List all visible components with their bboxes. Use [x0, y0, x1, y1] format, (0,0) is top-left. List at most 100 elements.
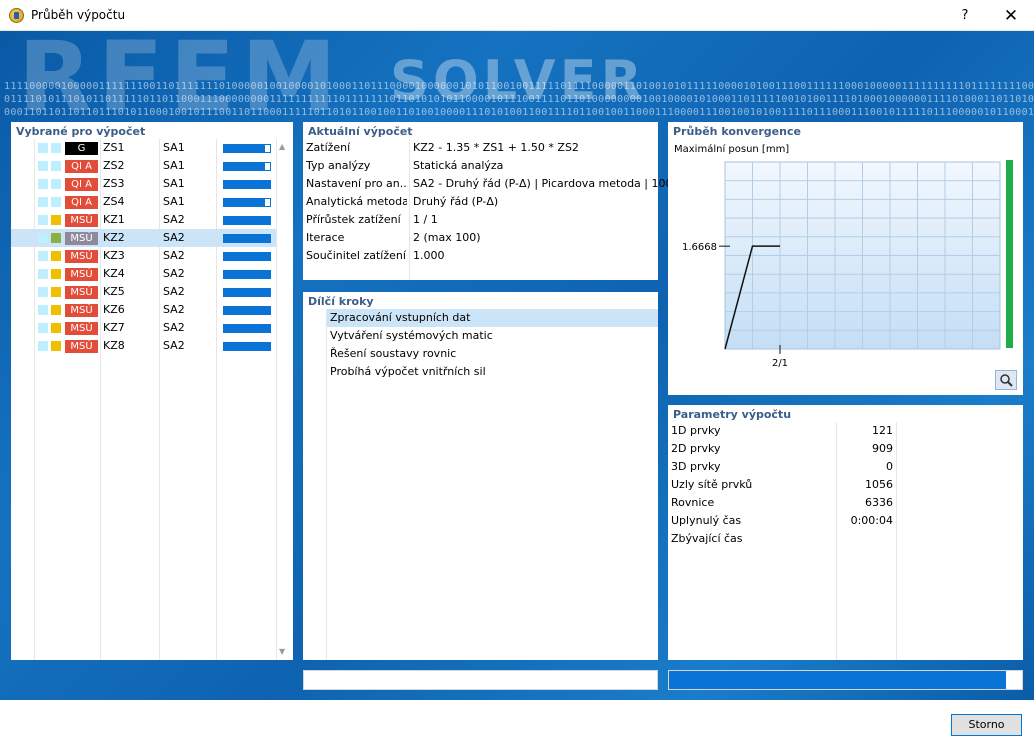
cancel-button[interactable]: Storno [951, 714, 1022, 736]
load-case-name: ZS1 [103, 141, 125, 154]
parameter-value: 909 [872, 442, 893, 455]
status-square-icon [51, 215, 61, 225]
analysis-settings: SA2 [163, 303, 185, 316]
close-button[interactable]: ✕ [997, 5, 1025, 27]
current-calc-value: Druhý řád (P-Δ) [413, 195, 499, 208]
case-progress-fill [224, 199, 266, 206]
load-case-name: KZ1 [103, 213, 125, 226]
step-progress-bar [303, 670, 658, 690]
parameter-value: 0:00:04 [850, 514, 893, 527]
load-case-row[interactable]: MSÚ KZ7 SA2 [11, 319, 276, 337]
parameter-key: 1D prvky [671, 424, 721, 437]
substeps-panel: Dílčí kroky Zpracování vstupních dat Vytv… [303, 292, 658, 660]
case-progress-fill [224, 217, 270, 224]
case-progress-fill [224, 289, 270, 296]
status-square-icon [51, 287, 61, 297]
load-case-row[interactable]: QI A ZS3 SA1 [11, 175, 276, 193]
case-progress-fill [224, 235, 270, 242]
case-progress-bar [223, 162, 271, 171]
category-badge: MSÚ [65, 268, 98, 281]
analysis-settings: SA1 [163, 177, 185, 190]
load-case-row[interactable]: QI A ZS4 SA1 [11, 193, 276, 211]
case-progress-fill [224, 145, 266, 152]
parameter-value: 6336 [865, 496, 893, 509]
binary-line: 0001101101101101110101100010010111001101… [4, 107, 1034, 118]
binary-line: 1111000001000001111111001101111111010000… [4, 81, 1034, 92]
parameter-row: Uzly sítě prvků 1056 [668, 476, 1023, 494]
load-case-row[interactable]: MSÚ KZ4 SA2 [11, 265, 276, 283]
load-case-row[interactable]: QI A ZS2 SA1 [11, 157, 276, 175]
current-calc-key: Typ analýzy [306, 159, 371, 172]
panel-title: Parametry výpočtu [673, 408, 792, 421]
current-calc-row: Iterace 2 (max 100) [303, 229, 658, 247]
load-case-row[interactable]: MSÚ KZ6 SA2 [11, 301, 276, 319]
case-progress-fill [224, 163, 266, 170]
type-square-icon [38, 179, 48, 189]
load-case-row[interactable]: MSÚ KZ8 SA2 [11, 337, 276, 355]
load-case-row[interactable]: MSÚ KZ2 SA2 [11, 229, 276, 247]
convergence-chart: 1.6668 2/1 [682, 160, 1013, 369]
scroll-down-icon[interactable]: ▼ [279, 647, 285, 656]
case-progress-bar [223, 216, 271, 225]
scroll-up-icon[interactable]: ▲ [279, 142, 285, 151]
type-square-icon [38, 161, 48, 171]
parameter-row: 3D prvky 0 [668, 458, 1023, 476]
status-square-icon [51, 143, 61, 153]
current-calc-key: Přírůstek zatížení [306, 213, 401, 226]
case-progress-fill [224, 253, 270, 260]
zoom-button[interactable] [995, 370, 1017, 390]
case-progress-bar [223, 180, 271, 189]
category-badge: G [65, 142, 98, 155]
analysis-settings: SA2 [163, 231, 185, 244]
panel-title: Dílčí kroky [308, 295, 374, 308]
load-case-row[interactable]: MSÚ KZ1 SA2 [11, 211, 276, 229]
help-button[interactable]: ? [953, 5, 977, 27]
category-badge: MSÚ [65, 286, 98, 299]
category-badge: MSÚ [65, 340, 98, 353]
analysis-settings: SA1 [163, 195, 185, 208]
substep-item[interactable]: Probíhá výpočet vnitřních sil [327, 363, 658, 381]
type-square-icon [38, 287, 48, 297]
current-calc-value: KZ2 - 1.35 * ZS1 + 1.50 * ZS2 [413, 141, 579, 154]
category-badge: QI A [65, 178, 98, 191]
load-case-row[interactable]: G ZS1 SA1 [11, 139, 276, 157]
load-case-name: KZ3 [103, 249, 125, 262]
app-icon [9, 8, 24, 23]
substep-item[interactable]: Zpracování vstupních dat [327, 309, 658, 327]
parameter-key: Rovnice [671, 496, 715, 509]
status-square-icon [51, 179, 61, 189]
analysis-settings: SA2 [163, 339, 185, 352]
magnifier-icon [1000, 374, 1013, 387]
current-calc-value: 1 / 1 [413, 213, 438, 226]
analysis-settings: SA1 [163, 159, 185, 172]
substep-item[interactable]: Řešení soustavy rovnic [327, 345, 658, 363]
load-case-row[interactable]: MSÚ KZ5 SA2 [11, 283, 276, 301]
title-bar: Průběh výpočtu ? ✕ [0, 0, 1034, 31]
calculation-parameters-panel: Parametry výpočtu 1D prvky 121 2D prvky 909… [668, 405, 1023, 660]
parameter-row: Uplynulý čas 0:00:04 [668, 512, 1023, 530]
status-square-icon [51, 305, 61, 315]
category-badge: QI A [65, 196, 98, 209]
load-case-name: KZ2 [103, 231, 125, 244]
x-tick-label: 2/1 [772, 358, 788, 369]
type-square-icon [38, 341, 48, 351]
case-progress-bar [223, 144, 271, 153]
convergence-indicator-bar [1006, 160, 1013, 348]
load-case-name: KZ7 [103, 321, 125, 334]
parameter-row: 2D prvky 909 [668, 440, 1023, 458]
analysis-settings: SA2 [163, 249, 185, 262]
parameter-key: Zbývající čas [671, 532, 743, 545]
substep-item[interactable]: Vytváření systémových matic [327, 327, 658, 345]
load-case-name: KZ4 [103, 267, 125, 280]
current-calc-key: Součinitel zatížení [306, 249, 406, 262]
current-calc-value: 1.000 [413, 249, 445, 262]
parameter-row: Zbývající čas [668, 530, 1023, 548]
current-calc-key: Nastavení pro an... [306, 177, 407, 190]
parameter-value: 1056 [865, 478, 893, 491]
current-calc-row: Typ analýzy Statická analýza [303, 157, 658, 175]
load-case-name: KZ5 [103, 285, 125, 298]
load-case-row[interactable]: MSÚ KZ3 SA2 [11, 247, 276, 265]
panel-title: Aktuální výpočet [308, 125, 413, 138]
load-case-name: KZ6 [103, 303, 125, 316]
type-square-icon [38, 251, 48, 261]
